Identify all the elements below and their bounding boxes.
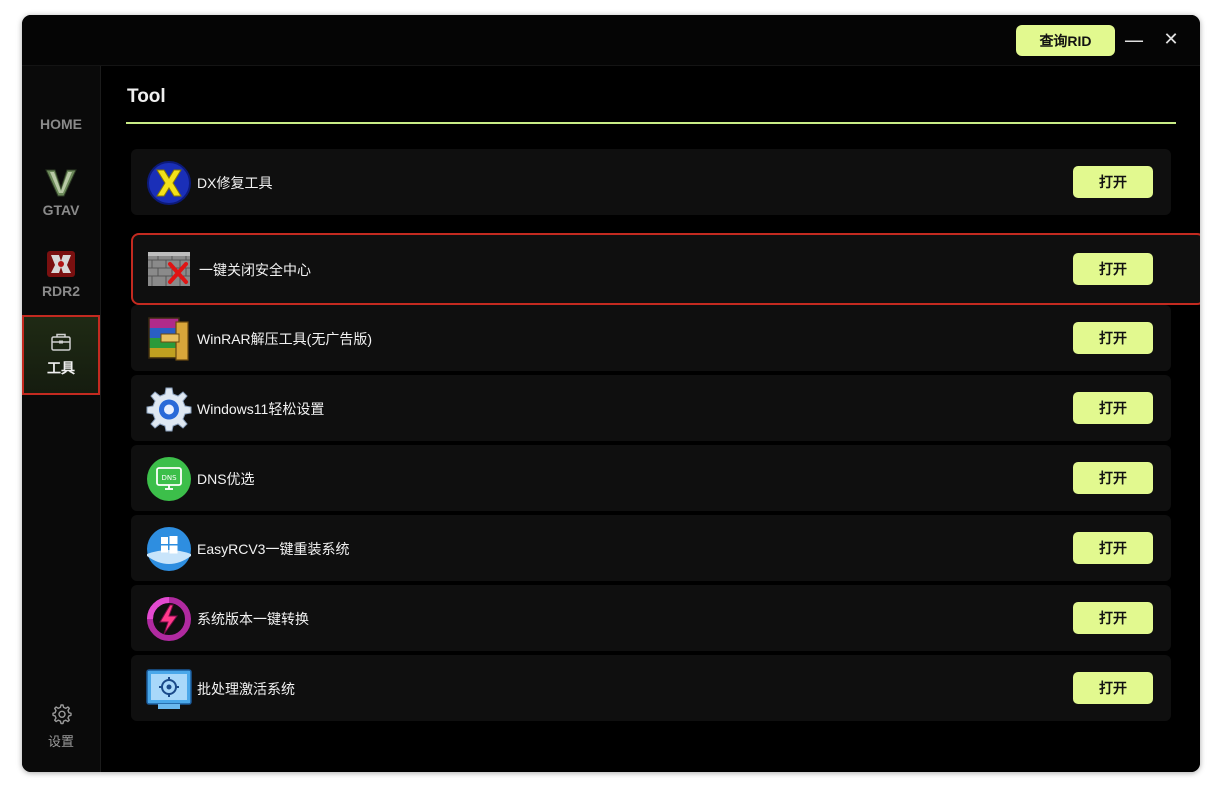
windows-reinstall-icon — [146, 526, 192, 572]
title-bar: 查询RID — ✕ — [22, 15, 1200, 66]
version-switch-icon — [146, 596, 192, 642]
firewall-icon — [146, 246, 192, 292]
batch-activate-icon — [146, 666, 192, 712]
tool-row-dns[interactable]: DNS DNS优选 打开 — [131, 445, 1171, 511]
minimize-icon[interactable]: — — [1123, 29, 1145, 51]
svg-text:DNS: DNS — [161, 474, 177, 482]
tool-name: WinRAR解压工具(无广告版) — [197, 331, 372, 347]
tool-row-dx-repair[interactable]: DX修复工具 打开 — [131, 149, 1171, 215]
open-button[interactable]: 打开 — [1073, 322, 1153, 354]
settings-cog-icon — [146, 386, 192, 432]
sidebar-item-gtav[interactable]: GTAV — [22, 162, 100, 222]
sidebar-item-tools[interactable]: 工具 — [22, 315, 100, 395]
app-window: 查询RID — ✕ HOME GTAV RDR2 工具 设置 Tool DX修复… — [22, 15, 1200, 772]
title-divider — [126, 122, 1176, 124]
query-rid-button[interactable]: 查询RID — [1016, 25, 1115, 56]
tool-row-version-switch[interactable]: 系统版本一键转换 打开 — [131, 585, 1171, 651]
main-content: Tool DX修复工具 打开 一键关闭安全中心 打开 WinRAR解压工具(无广… — [101, 66, 1200, 772]
tool-row-winrar[interactable]: WinRAR解压工具(无广告版) 打开 — [131, 305, 1171, 371]
gear-icon — [50, 703, 72, 725]
dx-repair-icon — [146, 160, 192, 206]
tool-row-batch-activate[interactable]: 批处理激活系统 打开 — [131, 655, 1171, 721]
tool-name: DNS优选 — [197, 471, 255, 487]
tool-name: EasyRCV3一键重装系统 — [197, 541, 350, 557]
sidebar: HOME GTAV RDR2 工具 设置 — [22, 66, 101, 772]
tool-row-easyrcv3[interactable]: EasyRCV3一键重装系统 打开 — [131, 515, 1171, 581]
open-button[interactable]: 打开 — [1073, 672, 1153, 704]
toolbox-icon — [50, 332, 72, 352]
sidebar-item-home[interactable]: HOME — [22, 109, 100, 139]
winrar-icon — [146, 316, 192, 362]
tool-name: Windows11轻松设置 — [197, 401, 325, 417]
sidebar-item-label: 工具 — [47, 360, 75, 376]
open-button[interactable]: 打开 — [1073, 392, 1153, 424]
dns-icon: DNS — [146, 456, 192, 502]
open-button[interactable]: 打开 — [1073, 253, 1153, 285]
tool-row-windows11-settings[interactable]: Windows11轻松设置 打开 — [131, 375, 1171, 441]
tool-name: 系统版本一键转换 — [197, 611, 309, 627]
tool-name: 批处理激活系统 — [197, 681, 295, 697]
sidebar-item-settings[interactable]: 设置 — [22, 696, 100, 756]
gtav-logo-icon — [44, 166, 78, 198]
open-button[interactable]: 打开 — [1073, 166, 1153, 198]
open-button[interactable]: 打开 — [1073, 602, 1153, 634]
sidebar-item-label: GTAV — [42, 202, 80, 218]
sidebar-item-label: HOME — [40, 116, 82, 132]
tool-name: DX修复工具 — [197, 175, 273, 191]
tool-row-disable-security-center[interactable]: 一键关闭安全中心 打开 — [131, 233, 1200, 305]
sidebar-item-label: 设置 — [47, 733, 74, 749]
open-button[interactable]: 打开 — [1073, 532, 1153, 564]
open-button[interactable]: 打开 — [1073, 462, 1153, 494]
sidebar-item-label: RDR2 — [41, 283, 81, 299]
close-icon[interactable]: ✕ — [1160, 29, 1182, 51]
sidebar-item-rdr2[interactable]: RDR2 — [22, 244, 100, 304]
page-title: Tool — [127, 86, 166, 107]
tool-name: 一键关闭安全中心 — [199, 262, 311, 278]
rdr2-logo-icon — [45, 249, 77, 279]
